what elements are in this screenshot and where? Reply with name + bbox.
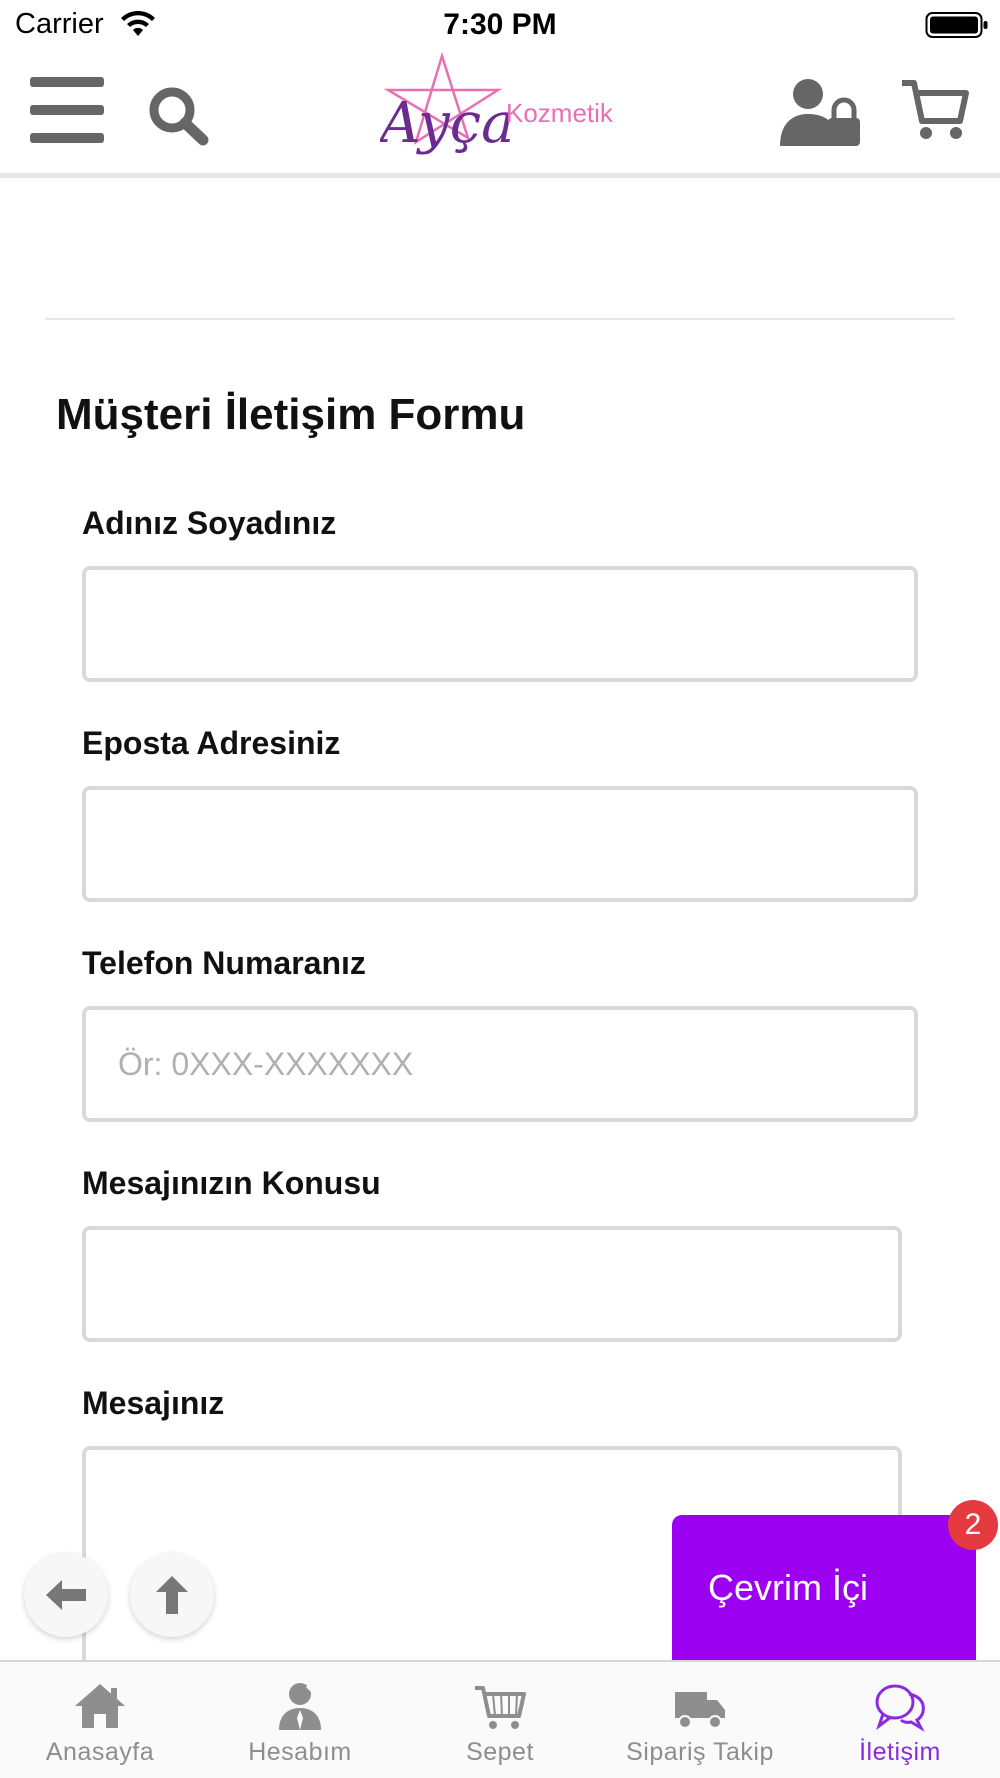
- name-label: Adınız Soyadınız: [82, 505, 337, 541]
- tab-home[interactable]: Anasayfa: [0, 1662, 200, 1778]
- tab-contact[interactable]: İletişim: [800, 1662, 1000, 1778]
- cart-icon[interactable]: [900, 77, 970, 143]
- chat-label: Çevrim İçi: [708, 1567, 868, 1608]
- tab-account[interactable]: Hesabım: [200, 1662, 400, 1778]
- chat-bubbles-icon: [875, 1684, 925, 1732]
- scroll-top-button[interactable]: [130, 1553, 214, 1637]
- content-divider: [45, 318, 955, 320]
- tab-order-tracking[interactable]: Sipariş Takip: [600, 1662, 800, 1778]
- name-field[interactable]: [82, 566, 918, 682]
- phone-label: Telefon Numaranız: [82, 945, 366, 981]
- tab-contact-label: İletişim: [859, 1738, 941, 1766]
- tab-account-label: Hesabım: [248, 1738, 352, 1766]
- email-field[interactable]: [82, 786, 918, 902]
- tab-bar: Anasayfa Hesabım Sepet Sipariş Takip İle…: [0, 1660, 1000, 1778]
- svg-text:Kozmetik: Kozmetik: [506, 98, 614, 128]
- message-label: Mesajınız: [82, 1385, 225, 1421]
- arrow-left-icon: [46, 1580, 86, 1610]
- tab-home-label: Anasayfa: [45, 1738, 155, 1766]
- truck-icon: [675, 1692, 725, 1729]
- menu-icon[interactable]: [30, 77, 104, 143]
- battery-icon: [925, 12, 988, 38]
- page-title: Müşteri İletişim Formu: [56, 390, 526, 439]
- tab-order-tracking-label: Sipariş Takip: [626, 1738, 774, 1766]
- tab-cart[interactable]: Sepet: [400, 1662, 600, 1778]
- search-icon[interactable]: [148, 86, 210, 146]
- back-button[interactable]: [24, 1553, 108, 1637]
- svg-text:Ayça: Ayça: [380, 91, 515, 156]
- subject-field[interactable]: [82, 1226, 902, 1342]
- status-time: 7:30 PM: [443, 8, 557, 41]
- phone-field[interactable]: [82, 1006, 918, 1122]
- account-icon: [279, 1680, 321, 1730]
- cart-icon: [475, 1686, 526, 1729]
- user-lock-icon[interactable]: [780, 78, 862, 148]
- tab-cart-label: Sepet: [466, 1738, 534, 1766]
- status-bar: Carrier 7:30 PM: [0, 0, 1000, 50]
- online-chat-button[interactable]: Çevrim İçi: [672, 1515, 976, 1663]
- home-icon: [75, 1684, 125, 1728]
- brand-logo[interactable]: Ayça Kozmetik: [380, 50, 620, 175]
- email-label: Eposta Adresiniz: [82, 725, 341, 761]
- arrow-up-icon: [156, 1576, 188, 1614]
- subject-label: Mesajınızın Konusu: [82, 1165, 381, 1201]
- chat-badge: 2: [948, 1500, 998, 1550]
- app-header: Ayça Kozmetik: [0, 50, 1000, 178]
